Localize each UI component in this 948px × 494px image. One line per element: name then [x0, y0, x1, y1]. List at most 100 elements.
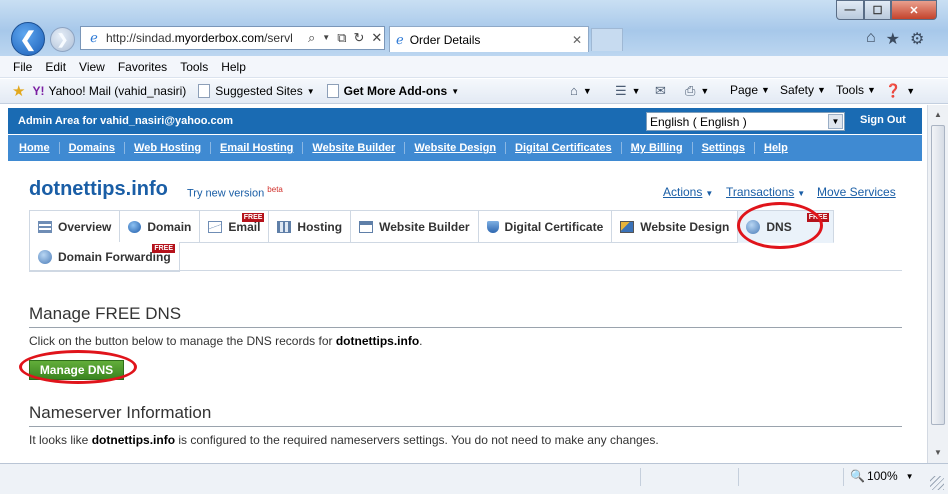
menu-file[interactable]: File [13, 60, 32, 74]
gear-icon[interactable]: ⚙ [910, 29, 924, 49]
move-services-link[interactable]: Move Services [817, 185, 896, 199]
main-nav: Home Domains Web Hosting Email Hosting W… [8, 135, 922, 161]
dropdown-arrow-icon[interactable]: ▼ [322, 30, 330, 46]
nav-my-billing[interactable]: My Billing [622, 142, 693, 154]
nav-website-design[interactable]: Website Design [405, 142, 507, 154]
stop-icon[interactable]: ✕ [371, 30, 382, 46]
back-button[interactable]: ❮ [11, 22, 45, 56]
favorites-icon[interactable]: ★ [12, 82, 25, 100]
cmd-mail[interactable]: ✉ [655, 83, 668, 99]
tab-domain[interactable]: Domain [120, 211, 201, 243]
nav-digital-certificates[interactable]: Digital Certificates [506, 142, 622, 154]
ie-tab-icon: ℯ [396, 31, 404, 47]
domain-tabs-row-1: Overview Domain Email FREE Hosting Websit… [29, 210, 835, 243]
chevron-down-icon: ▼ [705, 189, 714, 198]
scroll-down-icon[interactable]: ▼ [930, 445, 946, 461]
admin-bar: Admin Area for vahid_nasiri@yahoo.com En… [8, 108, 922, 134]
tab-website-builder[interactable]: Website Builder [351, 211, 479, 243]
chevron-down-icon: ▼ [905, 471, 914, 481]
close-window-button[interactable]: ✕ [891, 0, 937, 20]
menu-help[interactable]: Help [221, 60, 246, 74]
tab-email[interactable]: Email FREE [200, 211, 270, 243]
manage-dns-button[interactable]: Manage DNS [29, 360, 124, 380]
nav-home[interactable]: Home [10, 142, 60, 154]
scrollbar-thumb[interactable] [931, 125, 945, 425]
address-url[interactable]: http://sindad.myorderbox.com/servl [106, 31, 304, 45]
tab-hosting[interactable]: Hosting [269, 211, 352, 243]
forward-button[interactable]: ❯ [50, 27, 75, 52]
mail-icon [208, 220, 223, 233]
menu-edit[interactable]: Edit [45, 60, 66, 74]
help-icon: ❓ [885, 83, 902, 98]
tab-domain-forwarding[interactable]: Domain Forwarding FREE [30, 242, 180, 272]
design-icon [620, 220, 635, 233]
dns-icon [746, 219, 761, 234]
mail-icon: ✉ [655, 83, 666, 98]
cmd-print[interactable]: ⎙ ▼ [685, 83, 709, 99]
language-select[interactable]: English ( English ) ▼ [646, 112, 845, 131]
search-icon[interactable]: ⌕ [308, 30, 315, 46]
cmd-safety[interactable]: Safety ▼ [780, 83, 826, 97]
cmd-page[interactable]: Page ▼ [730, 83, 770, 97]
page-icon [198, 84, 211, 98]
tab-dns[interactable]: DNS FREE [738, 211, 835, 243]
favorites-star-icon[interactable]: ★ [886, 29, 900, 49]
forward-icon [38, 249, 52, 264]
cmd-help[interactable]: ❓ ▼ [885, 83, 915, 99]
page-title: dotnettips.info [29, 178, 168, 200]
transactions-menu[interactable]: Transactions ▼ [726, 185, 805, 199]
compatibility-view-icon[interactable]: ⧉ [337, 30, 346, 46]
home-icon[interactable]: ⌂ [866, 29, 876, 49]
web-icon [359, 220, 374, 233]
menu-favorites[interactable]: Favorites [118, 60, 167, 74]
try-new-version-link[interactable]: Try new version beta [187, 185, 283, 200]
nameserver-info-text: It looks like dotnettips.info is configu… [29, 433, 659, 447]
nameserver-section-heading: Nameserver Information [29, 403, 212, 422]
page-content: Admin Area for vahid_nasiri@yahoo.com En… [0, 105, 927, 463]
admin-area-label: Admin Area for vahid_nasiri@yahoo.com [18, 115, 234, 127]
yahoo-icon: Y! [32, 84, 45, 98]
section-divider [29, 426, 902, 427]
scroll-up-icon[interactable]: ▲ [930, 107, 946, 123]
cmd-tools[interactable]: Tools ▼ [836, 83, 876, 97]
free-badge: FREE [241, 213, 265, 222]
forward-arrow-icon: ❯ [56, 31, 69, 47]
chevron-down-icon[interactable]: ▼ [828, 114, 843, 129]
tab-title: Order Details [409, 32, 481, 47]
vertical-scrollbar[interactable]: ▲ ▼ [927, 105, 948, 463]
nav-domains[interactable]: Domains [60, 142, 126, 154]
tab-website-design[interactable]: Website Design [612, 211, 739, 243]
menu-tools[interactable]: Tools [180, 60, 208, 74]
favorite-get-addons[interactable]: Get More Add-ons ▼ [326, 84, 459, 98]
favorite-yahoo-mail[interactable]: Y! Yahoo! Mail (vahid_nasiri) [32, 84, 186, 98]
tab-digital-certificate[interactable]: Digital Certificate [478, 211, 613, 243]
nav-website-builder[interactable]: Website Builder [303, 142, 406, 154]
status-divider [640, 468, 641, 486]
dns-section-heading: Manage FREE DNS [29, 304, 182, 323]
tab-overview[interactable]: Overview [30, 211, 121, 243]
browser-tab-order-details[interactable]: ℯ Order Details ✕ [389, 26, 589, 52]
nav-settings[interactable]: Settings [693, 142, 755, 154]
address-bar[interactable]: ℯ http://sindad.myorderbox.com/servl ⌕ ▼… [80, 26, 385, 50]
cmd-home[interactable]: ⌂ ▼ [570, 83, 592, 98]
menu-view[interactable]: View [79, 60, 105, 74]
free-badge: FREE [806, 213, 830, 222]
home-icon: ⌂ [570, 83, 578, 98]
browser-right-icons: ⌂ ★ ⚙ [866, 29, 924, 49]
nav-email-hosting[interactable]: Email Hosting [211, 142, 304, 154]
cmd-feeds[interactable]: ☰ ▼ [615, 83, 641, 99]
sign-out-link[interactable]: Sign Out [860, 114, 906, 126]
resize-grip-icon[interactable] [930, 476, 944, 490]
minimize-button[interactable]: — [836, 0, 864, 20]
zoom-control[interactable]: 🔍 100% ▼ [850, 469, 914, 483]
ie-page-icon: ℯ [90, 30, 98, 45]
actions-menu[interactable]: Actions ▼ [663, 185, 713, 199]
nav-help[interactable]: Help [755, 142, 797, 154]
close-tab-icon[interactable]: ✕ [572, 33, 582, 47]
refresh-icon[interactable]: ↻ [354, 30, 365, 46]
new-tab-button[interactable] [591, 28, 623, 51]
maximize-button[interactable]: ☐ [864, 0, 891, 20]
nav-web-hosting[interactable]: Web Hosting [125, 142, 212, 154]
favorite-suggested-sites[interactable]: Suggested Sites ▼ [198, 84, 315, 98]
zoom-icon: 🔍 [850, 469, 865, 483]
